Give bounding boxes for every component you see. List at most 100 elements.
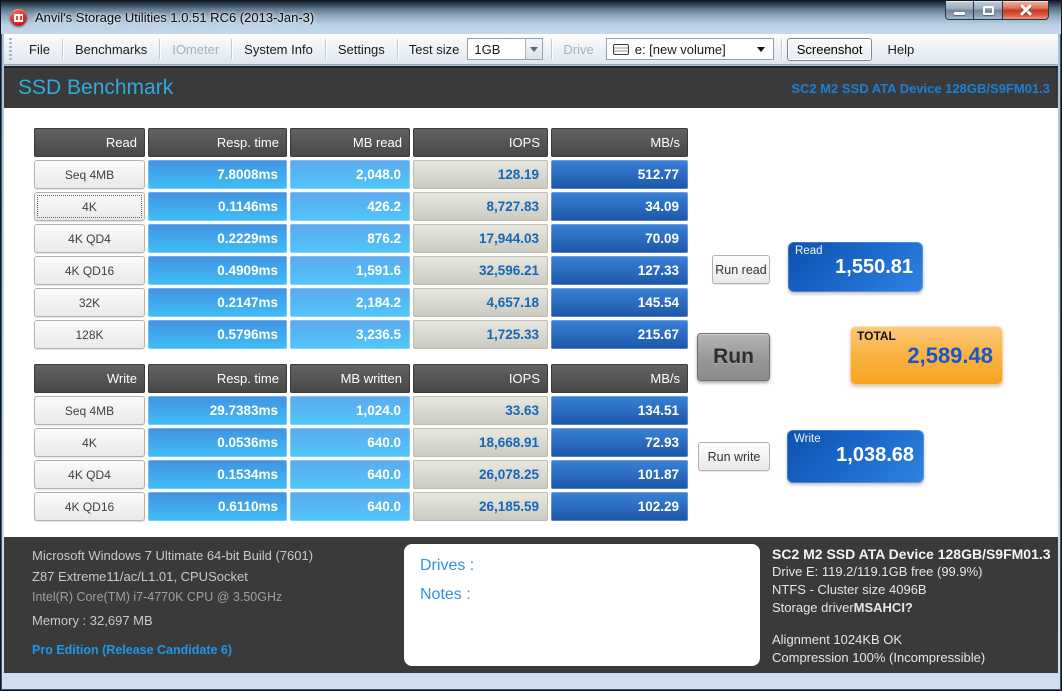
menu-benchmarks[interactable]: Benchmarks bbox=[64, 37, 158, 62]
minimize-button[interactable] bbox=[945, 1, 974, 20]
menu-separator bbox=[61, 39, 63, 59]
close-icon bbox=[1019, 5, 1032, 16]
edition-info: Pro Edition (Release Candidate 6) bbox=[32, 643, 233, 657]
screenshot-button[interactable]: Screenshot bbox=[786, 37, 873, 61]
row-label-button[interactable]: 4K QD4 bbox=[34, 460, 145, 489]
row-label-button[interactable]: Seq 4MB bbox=[34, 160, 145, 189]
drive-icon bbox=[612, 43, 629, 55]
maximize-icon bbox=[982, 5, 994, 15]
iops-cell: 18,668.91 bbox=[413, 428, 548, 457]
row-label-button[interactable]: Seq 4MB bbox=[34, 396, 145, 425]
page-title: SSD Benchmark bbox=[18, 76, 174, 99]
app-icon bbox=[10, 9, 27, 26]
iops-cell: 26,078.25 bbox=[413, 460, 548, 489]
motherboard-info: Z87 Extreme11/ac/L1.01, CPUSocket bbox=[32, 568, 248, 584]
total-score-panel: TOTAL 2,589.48 bbox=[850, 326, 1003, 385]
drive-value: e: [new volume] bbox=[634, 41, 726, 57]
system-info-block: Microsoft Windows 7 Ultimate 64-bit Buil… bbox=[32, 546, 313, 661]
row-label-button[interactable]: 128K bbox=[34, 320, 145, 349]
window-title: Anvil's Storage Utilities 1.0.51 RC6 (20… bbox=[35, 10, 315, 25]
drives-label: Drives : bbox=[420, 557, 475, 574]
storage-driver-line: Storage driverMSAHCI? bbox=[772, 599, 1058, 617]
mbs-cell: 127.33 bbox=[551, 256, 688, 285]
iops-cell: 4,657.18 bbox=[413, 288, 548, 317]
close-button[interactable] bbox=[1003, 1, 1049, 20]
resp-time-cell: 29.7383ms bbox=[148, 396, 287, 425]
row-label-button[interactable]: 4K QD16 bbox=[34, 492, 145, 521]
resp-time-cell: 0.2147ms bbox=[148, 288, 287, 317]
table-row: 4K QD4 0.2229ms 876.2 17,944.03 70.09 bbox=[34, 224, 688, 253]
column-header: MB/s bbox=[551, 128, 688, 157]
iops-cell: 33.63 bbox=[413, 396, 548, 425]
resp-time-cell: 0.6110ms bbox=[148, 492, 287, 521]
write-score-panel: Write 1,038.68 bbox=[787, 430, 924, 483]
footer-panel: Microsoft Windows 7 Ultimate 64-bit Buil… bbox=[4, 537, 1058, 673]
menu-separator bbox=[551, 39, 553, 59]
run-button[interactable]: Run bbox=[697, 333, 770, 381]
table-row: 4K 0.0536ms 640.0 18,668.91 72.93 bbox=[34, 428, 688, 457]
mb-written-cell: 1,024.0 bbox=[290, 396, 410, 425]
iops-cell: 32,596.21 bbox=[413, 256, 548, 285]
read-score-value: 1,550.81 bbox=[835, 256, 913, 278]
menu-separator bbox=[396, 39, 398, 59]
table-row: 4K QD16 0.4909ms 1,591.6 32,596.21 127.3… bbox=[34, 256, 688, 285]
anvil-icon bbox=[14, 13, 23, 22]
read-score-panel: Read 1,550.81 bbox=[788, 242, 923, 292]
column-header: Resp. time bbox=[148, 128, 287, 157]
row-label-button[interactable]: 4K QD4 bbox=[34, 224, 145, 253]
storage-driver-value: MSAHCI? bbox=[853, 600, 913, 615]
menu-separator bbox=[231, 39, 233, 59]
menu-settings[interactable]: Settings bbox=[327, 37, 396, 62]
iops-cell: 26,185.59 bbox=[413, 492, 548, 521]
toolbar-grip[interactable] bbox=[9, 38, 12, 60]
mb-written-cell: 640.0 bbox=[290, 428, 410, 457]
iops-cell: 128.19 bbox=[413, 160, 548, 189]
menu-help[interactable]: Help bbox=[876, 37, 925, 62]
mbs-cell: 72.93 bbox=[551, 428, 688, 457]
row-label-button[interactable]: 32K bbox=[34, 288, 145, 317]
read-score-label: Read bbox=[795, 245, 823, 257]
menu-separator bbox=[159, 39, 161, 59]
storage-driver-label: Storage driver bbox=[772, 600, 854, 615]
column-header: Write bbox=[34, 364, 145, 393]
iops-cell: 1,725.33 bbox=[413, 320, 548, 349]
write-score-value: 1,038.68 bbox=[836, 444, 914, 466]
os-info: Microsoft Windows 7 Ultimate 64-bit Buil… bbox=[32, 548, 314, 563]
mbs-cell: 34.09 bbox=[551, 192, 688, 221]
mbs-cell: 215.67 bbox=[551, 320, 688, 349]
compression-info: Compression 100% (Incompressible) bbox=[772, 650, 986, 665]
run-write-button[interactable]: Run write bbox=[698, 442, 770, 471]
row-label-button[interactable]: 4K QD16 bbox=[34, 256, 145, 285]
menu-file[interactable]: File bbox=[18, 37, 61, 62]
menu-system-info[interactable]: System Info bbox=[233, 37, 324, 62]
mbs-cell: 134.51 bbox=[551, 396, 688, 425]
notes-box[interactable]: Drives : Notes : bbox=[404, 544, 760, 666]
iops-cell: 17,944.03 bbox=[413, 224, 548, 253]
read-table-header: Read Resp. time MB read IOPS MB/s bbox=[34, 128, 688, 157]
benchmark-banner: SSD Benchmark SC2 M2 SSD ATA Device 128G… bbox=[4, 66, 1058, 108]
menu-bar: File Benchmarks IOmeter System Info Sett… bbox=[4, 34, 1058, 65]
resp-time-cell: 0.2229ms bbox=[148, 224, 287, 253]
row-label-button[interactable]: 4K bbox=[34, 428, 145, 457]
column-header: IOPS bbox=[413, 128, 548, 157]
column-header: MB read bbox=[290, 128, 410, 157]
run-read-button[interactable]: Run read bbox=[712, 255, 770, 284]
total-score-label: TOTAL bbox=[857, 329, 896, 343]
drive-free-space: Drive E: 119.2/119.1GB free (99.9%) bbox=[772, 564, 983, 579]
menu-separator bbox=[780, 39, 782, 59]
alignment-info: Alignment 1024KB OK bbox=[772, 632, 903, 647]
resp-time-cell: 7.8008ms bbox=[148, 160, 287, 189]
combo-arrow-button[interactable] bbox=[525, 39, 543, 59]
drive-device-name: SC2 M2 SSD ATA Device 128GB/S9FM01.3 bbox=[772, 546, 1051, 562]
mbs-cell: 102.29 bbox=[551, 492, 688, 521]
test-size-select[interactable]: 1GB bbox=[467, 38, 544, 60]
app-window: Anvil's Storage Utilities 1.0.51 RC6 (20… bbox=[0, 0, 1062, 691]
row-label-button[interactable]: 4K bbox=[34, 192, 145, 221]
drive-select[interactable]: e: [new volume] bbox=[605, 38, 774, 60]
table-row: 4K 0.1146ms 426.2 8,727.83 34.09 bbox=[34, 192, 688, 221]
mb-read-cell: 2,048.0 bbox=[290, 160, 410, 189]
test-size-label: Test size bbox=[408, 41, 460, 57]
maximize-button[interactable] bbox=[974, 1, 1003, 20]
mb-read-cell: 426.2 bbox=[290, 192, 410, 221]
cpu-info: Intel(R) Core(TM) i7-4770K CPU @ 3.50GHz bbox=[32, 590, 283, 604]
